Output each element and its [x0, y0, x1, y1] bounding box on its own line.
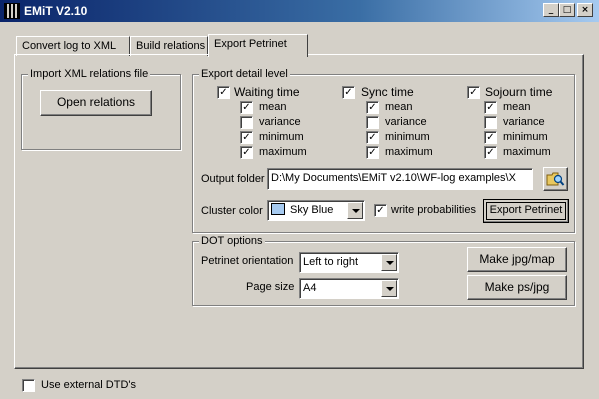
write-probabilities-label: write probabilities: [391, 204, 476, 216]
use-external-dtd-label: Use external DTD's: [41, 379, 137, 391]
sojourn-mean-checkbox[interactable]: ✓: [484, 101, 497, 114]
chevron-down-icon[interactable]: [347, 202, 363, 219]
sojourn-time-label: Sojourn time: [485, 85, 553, 99]
write-probabilities-checkbox[interactable]: ✓: [374, 204, 387, 217]
waiting-maximum-label: maximum: [259, 146, 307, 158]
waiting-mean-label: mean: [259, 101, 287, 113]
sync-time-checkbox[interactable]: ✓: [342, 86, 355, 99]
orientation-select[interactable]: Left to right: [299, 252, 399, 273]
waiting-minimum-checkbox[interactable]: ✓: [240, 131, 253, 144]
sojourn-variance-checkbox[interactable]: [484, 116, 497, 129]
sync-minimum-label: minimum: [385, 131, 430, 143]
sync-maximum-label: maximum: [385, 146, 433, 158]
sync-time-label: Sync time: [361, 85, 414, 99]
sojourn-maximum-checkbox[interactable]: ✓: [484, 146, 497, 159]
tab-build-relations[interactable]: Build relations: [130, 36, 208, 56]
sync-maximum-checkbox[interactable]: ✓: [366, 146, 379, 159]
window-title: EMiT V2.10: [24, 4, 88, 18]
use-external-dtd-checkbox[interactable]: [22, 379, 35, 392]
waiting-mean-checkbox[interactable]: ✓: [240, 101, 253, 114]
output-folder-label: Output folder: [201, 173, 265, 185]
tab-label: Build relations: [136, 40, 206, 52]
sojourn-mean-label: mean: [503, 101, 531, 113]
waiting-minimum-label: minimum: [259, 131, 304, 143]
app-icon: [4, 3, 20, 19]
sync-minimum-checkbox[interactable]: ✓: [366, 131, 379, 144]
waiting-variance-label: variance: [259, 116, 301, 128]
make-jpg-map-button[interactable]: Make jpg/map: [467, 247, 567, 272]
browse-folder-button[interactable]: [543, 167, 568, 191]
minimize-button[interactable]: _: [543, 3, 559, 17]
cluster-color-value: Sky Blue: [290, 204, 334, 216]
sojourn-time-checkbox[interactable]: ✓: [467, 86, 480, 99]
waiting-time-checkbox[interactable]: ✓: [217, 86, 230, 99]
tab-export-petrinet[interactable]: Export Petrinet: [208, 34, 308, 57]
page-size-select[interactable]: A4: [299, 278, 399, 299]
sojourn-maximum-label: maximum: [503, 146, 551, 158]
make-ps-jpg-button[interactable]: Make ps/jpg: [467, 275, 567, 300]
close-button[interactable]: ×: [577, 3, 593, 17]
open-relations-button[interactable]: Open relations: [40, 90, 152, 116]
chevron-down-icon[interactable]: [381, 280, 397, 297]
sojourn-minimum-checkbox[interactable]: ✓: [484, 131, 497, 144]
waiting-time-label: Waiting time: [234, 85, 300, 99]
maximize-button[interactable]: □: [559, 3, 575, 17]
page-size-value: A4: [303, 282, 317, 294]
waiting-maximum-checkbox[interactable]: ✓: [240, 146, 253, 159]
sync-variance-checkbox[interactable]: [366, 116, 379, 129]
cluster-color-select[interactable]: Sky Blue: [267, 200, 365, 221]
tab-convert-log[interactable]: Convert log to XML: [16, 36, 130, 56]
sync-variance-label: variance: [385, 116, 427, 128]
cluster-color-label: Cluster color: [201, 205, 263, 217]
chevron-down-icon[interactable]: [381, 254, 397, 271]
tab-label: Export Petrinet: [214, 38, 287, 50]
export-detail-legend: Export detail level: [199, 67, 290, 81]
sync-mean-checkbox[interactable]: ✓: [366, 101, 379, 114]
title-bar: EMiT V2.10 _ □ ×: [0, 0, 599, 22]
import-group-legend: Import XML relations file: [28, 67, 151, 81]
orientation-label: Petrinet orientation: [201, 255, 294, 267]
sojourn-variance-label: variance: [503, 116, 545, 128]
orientation-value: Left to right: [303, 256, 359, 268]
export-petrinet-button[interactable]: Export Petrinet: [483, 199, 569, 223]
sync-mean-label: mean: [385, 101, 413, 113]
folder-search-icon: [546, 172, 565, 186]
page-size-label: Page size: [246, 281, 295, 293]
color-swatch: [271, 203, 285, 215]
output-folder-input[interactable]: D:\My Documents\EMiT v2.10\WF-log exampl…: [267, 168, 533, 190]
dot-options-legend: DOT options: [199, 234, 265, 248]
waiting-variance-checkbox[interactable]: [240, 116, 253, 129]
sojourn-minimum-label: minimum: [503, 131, 548, 143]
tab-label: Convert log to XML: [22, 40, 117, 52]
